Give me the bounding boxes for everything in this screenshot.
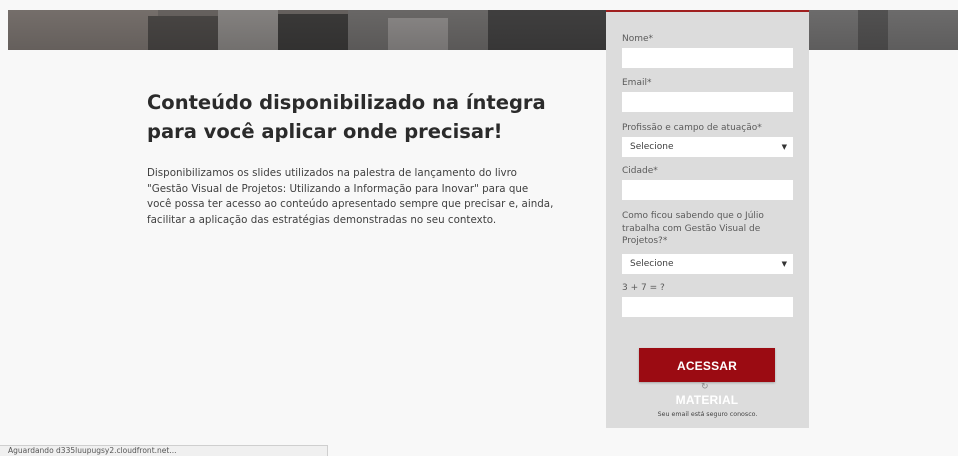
profissao-label: Profissão e campo de atuação* — [622, 123, 762, 133]
como-ficou-sabendo-label: Como ficou sabendo que o Júlio trabalha … — [622, 210, 764, 248]
nome-label: Nome* — [622, 34, 654, 44]
hero-overlay — [8, 10, 958, 50]
headline-line-1: Conteúdo disponibilizado na íntegra — [147, 91, 546, 114]
como-label-line-1: Como ficou sabendo que o Júlio — [622, 211, 764, 221]
como-label-line-3: Projetos?* — [622, 236, 668, 246]
description-line-1: Disponibilizamos os slides utilizados na… — [147, 167, 517, 179]
chevron-down-icon: ▼ — [781, 260, 787, 268]
nome-input[interactable] — [622, 48, 793, 68]
headline: Conteúdo disponibilizado na íntegra para… — [147, 88, 577, 146]
acessar-material-button[interactable]: ACESSAR MATERIAL — [639, 348, 775, 407]
profissao-select[interactable]: Selecione ▼ — [622, 137, 793, 157]
browser-status-bar: Aguardando d335luupugsy2.cloudfront.net.… — [0, 445, 328, 456]
refresh-icon[interactable]: ↻ — [701, 381, 709, 393]
como-ficou-sabendo-select[interactable]: Selecione ▼ — [622, 254, 793, 274]
captcha-label: 3 + 7 = ? — [622, 283, 665, 293]
description-line-2: "Gestão Visual de Projetos: Utilizando a… — [147, 182, 529, 195]
description-line-4: facilitar a aplicação das estratégias de… — [147, 213, 497, 226]
como-label-line-2: trabalha com Gestão Visual de — [622, 223, 761, 234]
chevron-down-icon: ▼ — [781, 143, 787, 151]
hero-banner — [8, 10, 958, 50]
intro-section: Conteúdo disponibilizado na íntegra para… — [147, 88, 577, 228]
cidade-input[interactable] — [622, 180, 793, 200]
profissao-selected-value: Selecione — [630, 142, 674, 152]
page: Conteúdo disponibilizado na íntegra para… — [0, 0, 958, 456]
email-input[interactable] — [622, 92, 793, 112]
headline-line-2: para você aplicar onde precisar! — [147, 120, 503, 143]
cidade-label: Cidade* — [622, 166, 658, 176]
description-line-3: você possa ter acesso ao conteúdo aprese… — [147, 198, 554, 211]
description: Disponibilizamos os slides utilizados na… — [147, 166, 577, 228]
captcha-input[interactable] — [622, 297, 793, 317]
como-selected-value: Selecione — [630, 259, 674, 269]
email-label: Email* — [622, 78, 652, 88]
lead-form: Nome* Email* Profissão e campo de atuaçã… — [606, 10, 809, 428]
secure-email-note: Seu email está seguro conosco. — [657, 411, 758, 418]
